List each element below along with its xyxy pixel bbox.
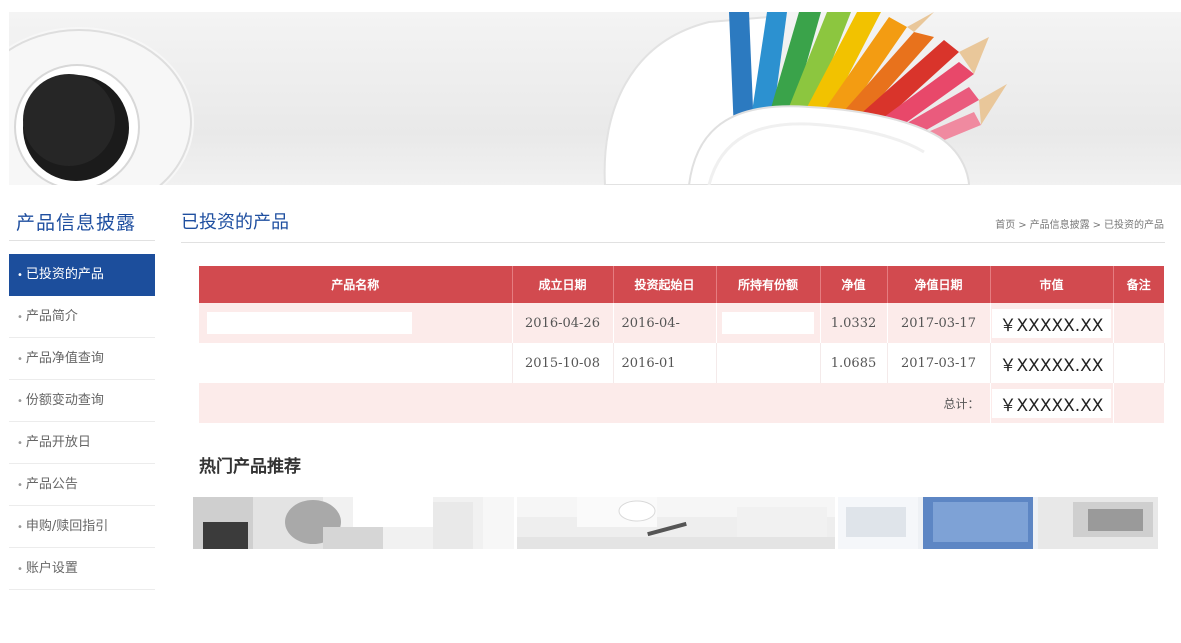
column-header-nav: 净值: [820, 266, 888, 303]
column-header-product-name: 产品名称: [199, 266, 513, 303]
market-value-cell: ￥XXXXX.XX: [990, 343, 1114, 383]
title-divider: [181, 242, 1165, 243]
office-desk-photo: [193, 497, 514, 549]
column-header-market-value: 市值: [990, 266, 1114, 303]
breadcrumb-disclosure-link[interactable]: 产品信息披露: [1030, 220, 1090, 231]
sidebar-item-open-day[interactable]: • 产品开放日: [9, 422, 155, 464]
total-market-value-cell: ￥XXXXX.XX: [990, 383, 1114, 423]
sidebar-item-label: 账户设置: [25, 561, 78, 576]
coffee-cup-photo: [517, 497, 835, 549]
breadcrumb-separator: >: [1018, 220, 1027, 231]
bullet-icon: •: [17, 396, 23, 407]
page-title: 已投资的产品: [181, 212, 289, 233]
coffee-cup-icon: [9, 27, 194, 185]
redacted-block: [207, 312, 412, 334]
column-header-shares: 所持有份额: [716, 266, 821, 303]
breadcrumb-current: 已投资的产品: [1104, 220, 1164, 231]
hot-product-image-1[interactable]: [193, 497, 514, 549]
total-label: 总计：: [199, 383, 991, 423]
product-name-cell: [199, 303, 513, 343]
bullet-icon: •: [17, 522, 23, 533]
established-date-cell: 2015-10-08: [512, 343, 614, 383]
sidebar-item-label: 已投资的产品: [25, 267, 104, 282]
breadcrumb-home-link[interactable]: 首页: [995, 220, 1015, 231]
table-row[interactable]: 2016-04-26 2016-04- 1.0332 2017-03-17 ￥X…: [199, 303, 1165, 343]
hot-product-image-3[interactable]: [838, 497, 1158, 549]
market-value-cell: ￥XXXXX.XX: [990, 303, 1114, 343]
bullet-icon: •: [17, 312, 23, 323]
hot-product-image-2[interactable]: [517, 497, 835, 549]
column-header-nav-date: 净值日期: [887, 266, 991, 303]
start-date-cell: 2016-01: [613, 343, 717, 383]
note-cell: [1113, 303, 1165, 343]
sidebar-item-announcements[interactable]: • 产品公告: [9, 464, 155, 506]
nav-cell: 1.0332: [820, 303, 888, 343]
product-name-cell: [199, 343, 513, 383]
sidebar-item-label: 产品公告: [25, 477, 78, 492]
redacted-block: [722, 312, 814, 334]
sidebar-item-share-change-query[interactable]: • 份额变动查询: [9, 380, 155, 422]
sidebar-item-label: 产品净值查询: [25, 351, 104, 366]
pencil-cup-icon: [603, 12, 1007, 185]
sidebar-item-invested-products[interactable]: • 已投资的产品: [9, 254, 155, 296]
hot-products-title: 热门产品推荐: [199, 457, 301, 477]
note-cell: [1113, 343, 1165, 383]
sidebar-item-nav-query[interactable]: • 产品净值查询: [9, 338, 155, 380]
calculator-photo: [838, 497, 1158, 549]
table-row[interactable]: 2015-10-08 2016-01 1.0685 2017-03-17 ￥XX…: [199, 343, 1165, 383]
table-header-row: 产品名称 成立日期 投资起始日 所持有份额 净值 净值日期 市值 备注: [199, 266, 1164, 303]
sidebar-item-account-settings[interactable]: • 账户设置: [9, 548, 155, 590]
nav-date-cell: 2017-03-17: [887, 303, 991, 343]
bullet-icon: •: [17, 480, 23, 491]
sidebar-item-label: 产品开放日: [25, 435, 91, 450]
nav-cell: 1.0685: [820, 343, 888, 383]
sidebar-item-subscription-guide[interactable]: • 申购/赎回指引: [9, 506, 155, 548]
established-date-cell: 2016-04-26: [512, 303, 614, 343]
nav-date-cell: 2017-03-17: [887, 343, 991, 383]
sidebar-divider: [9, 240, 155, 241]
sidebar-menu: • 已投资的产品 • 产品简介 • 产品净值查询 • 份额变动查询 • 产品开放日 • 产品…: [9, 254, 155, 590]
sidebar-item-label: 产品简介: [25, 309, 78, 324]
breadcrumb-separator: >: [1092, 220, 1101, 231]
sidebar-item-label: 份额变动查询: [25, 393, 104, 408]
bullet-icon: •: [17, 354, 23, 365]
total-note-cell: [1113, 383, 1165, 423]
hero-banner: [9, 12, 1181, 185]
column-header-start-date: 投资起始日: [613, 266, 717, 303]
sidebar-item-label: 申购/赎回指引: [25, 519, 109, 534]
bullet-icon: •: [17, 438, 23, 449]
bullet-icon: •: [17, 564, 23, 575]
invested-products-table: 产品名称 成立日期 投资起始日 所持有份额 净值 净值日期 市值 备注 2016…: [199, 266, 1165, 423]
banner-illustration: [9, 12, 1007, 185]
column-header-note: 备注: [1113, 266, 1164, 303]
bullet-icon: •: [17, 270, 23, 281]
sidebar-title: 产品信息披露: [16, 212, 137, 234]
breadcrumb: 首页 > 产品信息披露 > 已投资的产品: [995, 216, 1164, 231]
shares-cell: [716, 343, 821, 383]
sidebar-item-product-intro[interactable]: • 产品简介: [9, 296, 155, 338]
shares-cell: [716, 303, 821, 343]
table-total-row: 总计： ￥XXXXX.XX: [199, 383, 1165, 423]
start-date-cell: 2016-04-: [613, 303, 717, 343]
column-header-established-date: 成立日期: [512, 266, 614, 303]
